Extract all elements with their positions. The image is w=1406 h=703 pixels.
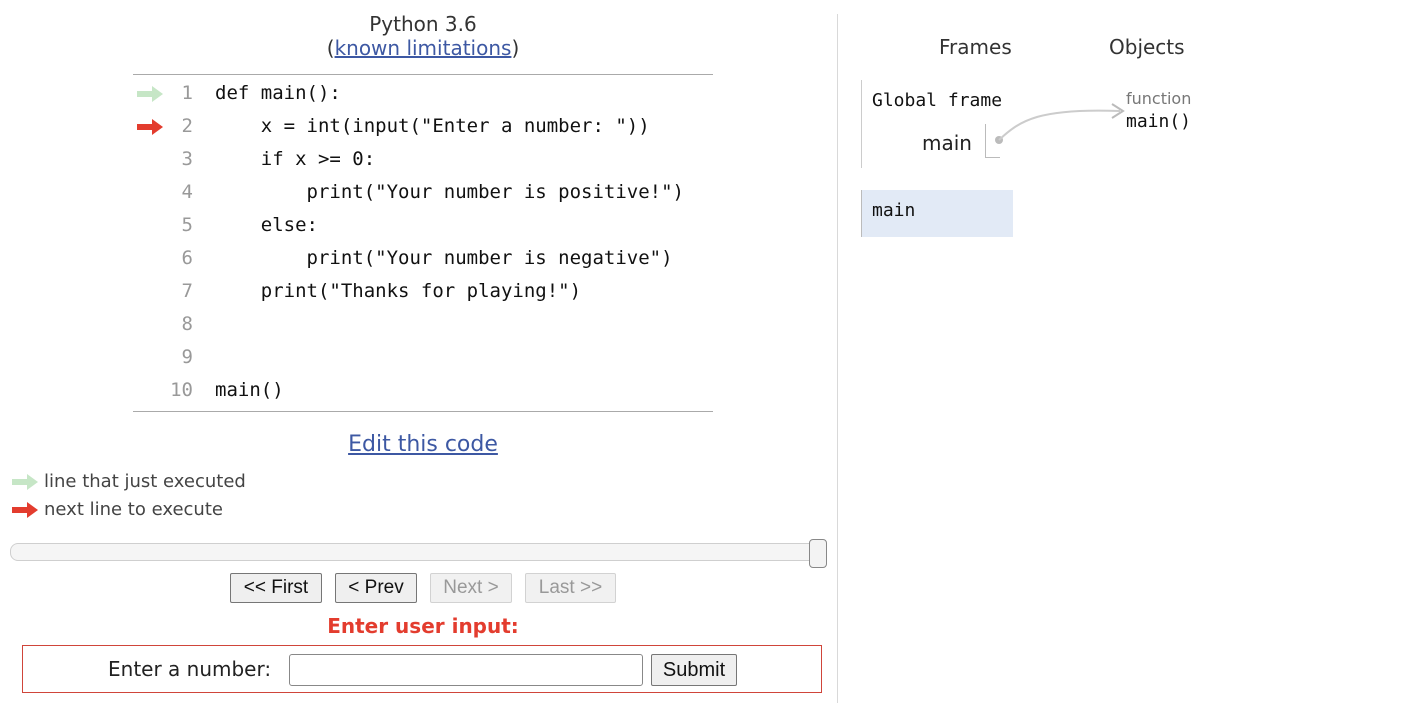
last-button[interactable]: Last >> xyxy=(525,573,616,603)
frames-header: Frames xyxy=(939,35,1012,59)
global-variable-main: main xyxy=(922,131,972,155)
line-number: 7 xyxy=(181,280,193,302)
red-arrow-icon xyxy=(137,119,163,135)
execution-slider-track[interactable] xyxy=(10,543,826,561)
edit-code-link[interactable]: Edit this code xyxy=(348,432,498,457)
objects-header: Objects xyxy=(1109,35,1185,59)
pointer-line xyxy=(998,109,1121,141)
code-line: 5 else: xyxy=(133,212,713,245)
stack-frame-title: main xyxy=(872,200,916,221)
number-input[interactable] xyxy=(289,654,643,686)
code-line: 3 if x >= 0: xyxy=(133,146,713,179)
green-arrow-icon xyxy=(12,474,38,490)
next-button[interactable]: Next > xyxy=(430,573,512,603)
input-prompt-label: Enter a number: xyxy=(108,657,272,681)
code-line: 10 main() xyxy=(133,377,713,410)
code-text: print("Thanks for playing!") xyxy=(215,280,582,302)
code-text: def main(): xyxy=(215,82,341,104)
code-line: 2 x = int(input("Enter a number: ")) xyxy=(133,113,713,146)
global-frame-title: Global frame xyxy=(872,90,1003,111)
code-text: print("Your number is positive!") xyxy=(215,181,685,203)
code-line: 4 print("Your number is positive!") xyxy=(133,179,713,212)
legend-next-line-label: next line to execute xyxy=(44,499,223,520)
code-text: main() xyxy=(215,379,284,401)
user-input-title: Enter user input: xyxy=(327,614,519,638)
line-number: 8 xyxy=(181,313,193,335)
code-text: x = int(input("Enter a number: ")) xyxy=(215,115,650,137)
code-panel: Python 3.6 (known limitations) 1 def main… xyxy=(0,0,838,703)
red-arrow-icon xyxy=(12,502,38,518)
code-line: 8 xyxy=(133,311,713,344)
submit-button[interactable]: Submit xyxy=(651,654,737,686)
code-line: 1 def main(): xyxy=(133,80,713,113)
legend-just-executed-label: line that just executed xyxy=(44,471,246,492)
object-type-label: function xyxy=(1126,89,1192,108)
pointer-arrowhead-icon xyxy=(1111,103,1125,119)
code-text: print("Your number is negative") xyxy=(215,247,673,269)
prev-button[interactable]: < Prev xyxy=(335,573,417,603)
execution-slider-handle[interactable] xyxy=(809,539,827,568)
line-number: 3 xyxy=(181,148,193,170)
line-number: 10 xyxy=(170,379,193,401)
first-button[interactable]: << First xyxy=(230,573,322,603)
code-line: 7 print("Thanks for playing!") xyxy=(133,278,713,311)
line-number: 9 xyxy=(181,346,193,368)
line-number: 5 xyxy=(181,214,193,236)
language-header: Python 3.6 (known limitations) xyxy=(326,12,520,60)
language-label: Python 3.6 xyxy=(369,12,477,36)
line-number: 6 xyxy=(181,247,193,269)
line-number: 2 xyxy=(181,115,193,137)
green-arrow-icon xyxy=(137,86,163,102)
variable-value-slot xyxy=(985,124,1000,158)
line-number: 1 xyxy=(181,82,193,104)
known-limitations-link[interactable]: known limitations xyxy=(335,36,512,60)
code-text: if x >= 0: xyxy=(215,148,376,170)
line-number: 4 xyxy=(181,181,193,203)
code-listing: 1 def main(): 2 x = int(input("Enter a num… xyxy=(133,74,713,412)
panel-divider xyxy=(837,14,838,703)
code-line: 6 print("Your number is negative") xyxy=(133,245,713,278)
code-line: 9 xyxy=(133,344,713,377)
function-object-main: main() xyxy=(1126,111,1192,132)
code-text: else: xyxy=(215,214,318,236)
